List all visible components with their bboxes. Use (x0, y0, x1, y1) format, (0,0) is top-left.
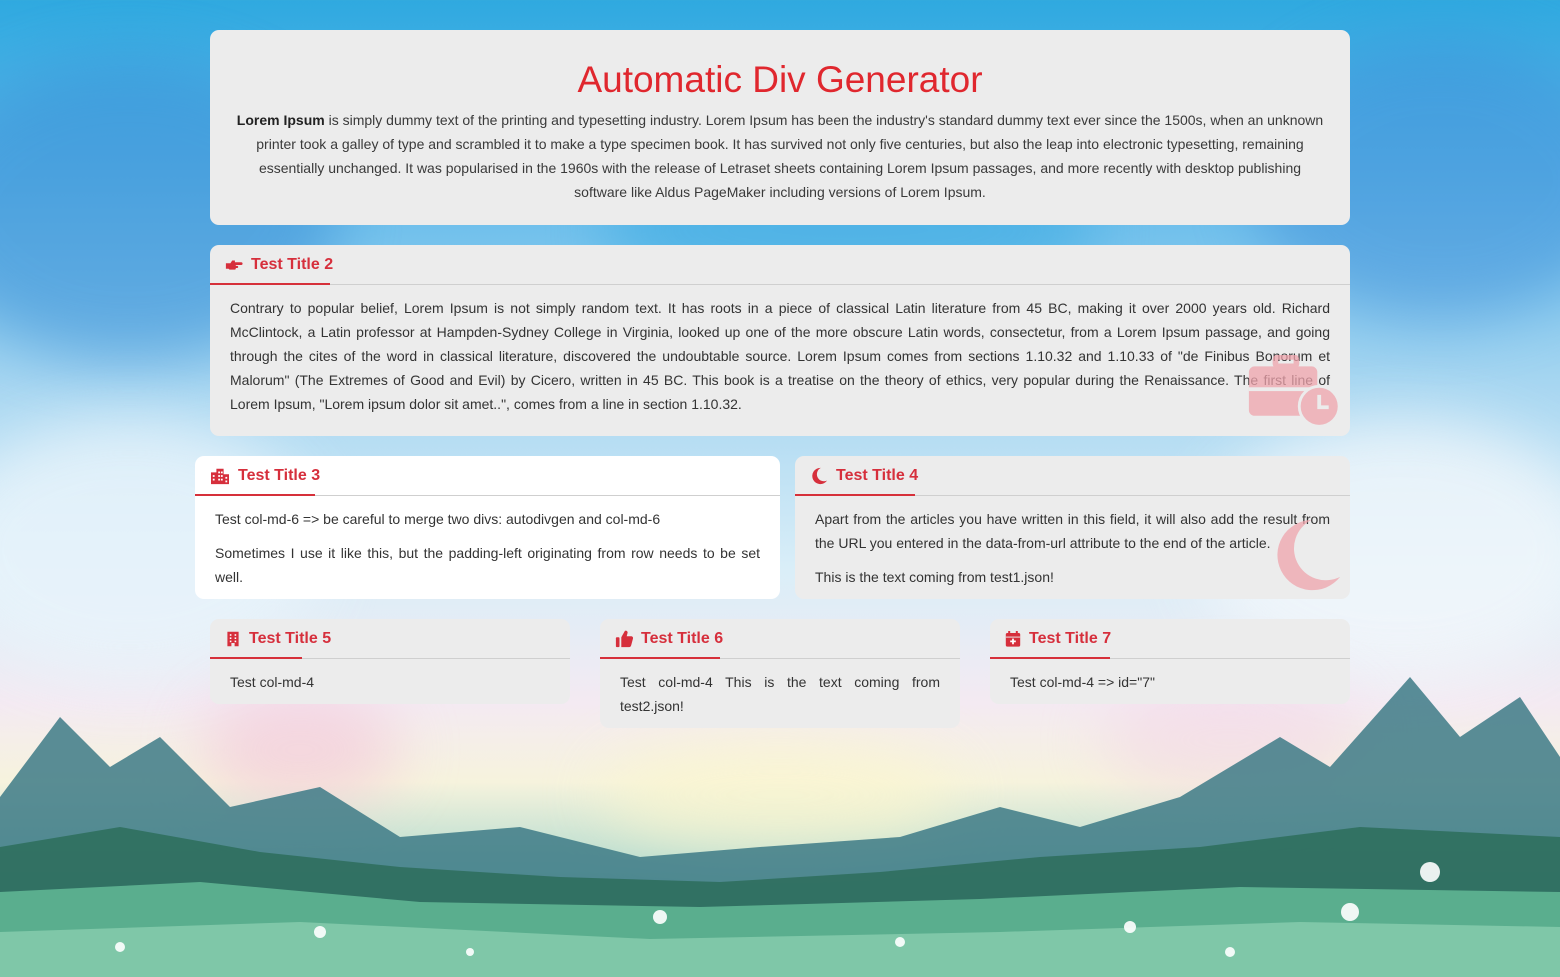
card-header: Test Title 7 (990, 619, 1350, 659)
card-paragraph: Test col-md-4 This is the text coming fr… (620, 674, 940, 714)
card-title: Test Title 2 (251, 255, 334, 273)
card-body: Test col-md-4 => id="7" (990, 659, 1350, 694)
card-header: Test Title 4 (795, 456, 1350, 496)
card-test-title-4: Test Title 4 Apart from the articles you… (795, 456, 1350, 599)
card-body: Contrary to popular belief, Lorem Ipsum … (210, 285, 1350, 416)
card-test-title-5: Test Title 5 Test col-md-4 (210, 619, 570, 704)
header-card: Automatic Div Generator Lorem Ipsum is s… (210, 30, 1350, 225)
card-paragraph: Sometimes I use it like this, but the pa… (215, 545, 760, 585)
card-paragraph: Test col-md-4 => id="7" (1010, 674, 1155, 690)
card-paragraph: Test col-md-6 => be careful to merge two… (215, 511, 661, 527)
intro-text: Lorem Ipsum is simply dummy text of the … (236, 108, 1324, 204)
card-paragraph: Contrary to popular belief, Lorem Ipsum … (230, 300, 1330, 412)
card-header: Test Title 2 (210, 245, 1350, 285)
card-title: Test Title 3 (238, 466, 321, 484)
hand-pointing-right-icon (225, 260, 243, 270)
intro-body: is simply dummy text of the printing and… (256, 112, 1324, 200)
card-title: Test Title 7 (1029, 629, 1112, 647)
moon-watermark-icon (1277, 519, 1341, 591)
intro-bold: Lorem Ipsum (236, 112, 325, 128)
card-paragraph: Test col-md-4 (230, 674, 315, 690)
card-header: Test Title 5 (210, 619, 570, 659)
card-test-title-3: Test Title 3 Test col-md-6 => be careful… (195, 456, 780, 599)
card-test-title-6: Test Title 6 Test col-md-4 This is the t… (600, 619, 960, 728)
card-test-title-2: Test Title 2 Contrary to popular belief,… (210, 245, 1350, 436)
card-title: Test Title 4 (836, 466, 919, 484)
page-title: Automatic Div Generator (577, 59, 983, 100)
card-body: Test col-md-4 (210, 659, 570, 694)
card-paragraph: This is the text coming from test1.json! (815, 569, 1054, 585)
card-header: Test Title 6 (600, 619, 960, 659)
card-title: Test Title 6 (641, 629, 724, 647)
card-title: Test Title 5 (249, 629, 332, 647)
card-test-title-7: Test Title 7 Test col-md-4 => id="7" (990, 619, 1350, 704)
moon-icon (812, 467, 828, 484)
calendar-plus-icon (1005, 630, 1021, 647)
card-header: Test Title 3 (195, 456, 780, 496)
card-paragraph: Apart from the articles you have written… (815, 511, 1330, 551)
business-time-icon (1248, 355, 1341, 428)
card-body: Test col-md-6 => be careful to merge two… (195, 496, 780, 589)
building-icon (227, 631, 239, 646)
city-icon (211, 468, 229, 484)
thumbs-up-icon (615, 630, 633, 647)
card-body: Test col-md-4 This is the text coming fr… (600, 659, 960, 718)
